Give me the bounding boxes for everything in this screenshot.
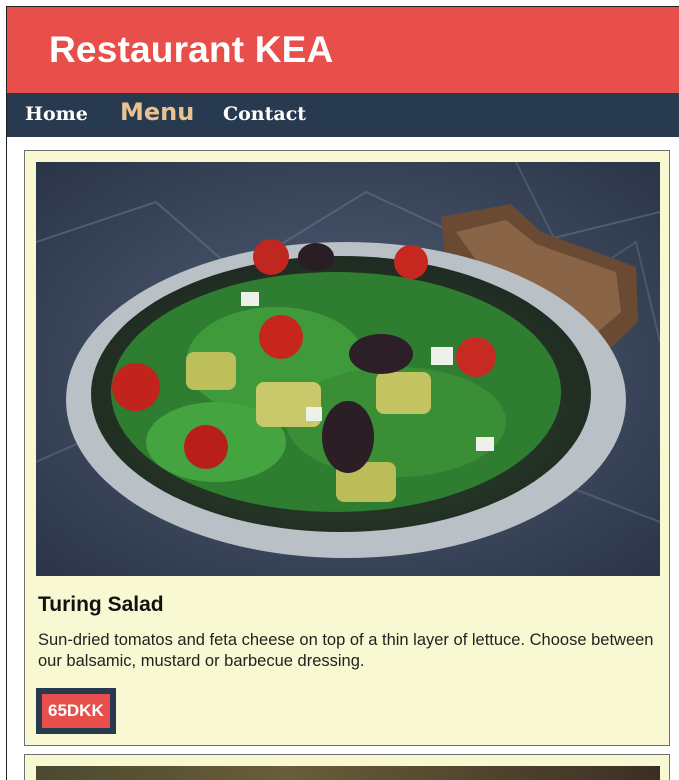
page-frame: Restaurant KEA Home Menu Contact Turing … bbox=[6, 6, 679, 780]
menu-content: Turing Salad Sun-dried tomatos and feta … bbox=[7, 137, 679, 780]
menu-item-card-next bbox=[24, 754, 670, 780]
menu-item-card: Turing Salad Sun-dried tomatos and feta … bbox=[24, 150, 670, 746]
dish-photo-next bbox=[36, 766, 660, 780]
nav-menu-link[interactable]: Menu bbox=[120, 98, 194, 126]
dish-description: Sun-dried tomatos and feta cheese on top… bbox=[38, 631, 654, 670]
nav-home-link[interactable]: Home bbox=[25, 103, 88, 125]
main-nav: Home Menu Contact bbox=[7, 93, 679, 137]
nav-contact-link[interactable]: Contact bbox=[223, 103, 306, 125]
price-label: 65DKK bbox=[42, 694, 110, 728]
site-header: Restaurant KEA bbox=[7, 7, 679, 93]
site-title: Restaurant KEA bbox=[49, 29, 334, 70]
dish-photo bbox=[36, 162, 660, 576]
price-badge: 65DKK bbox=[36, 688, 116, 734]
dish-name: Turing Salad bbox=[38, 593, 164, 616]
salad-image bbox=[36, 162, 660, 576]
